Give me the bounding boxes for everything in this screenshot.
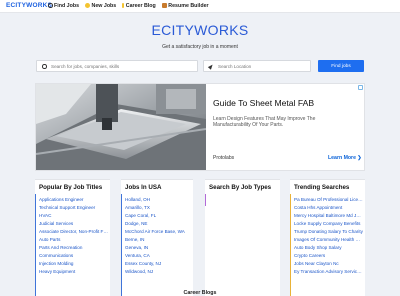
list-item[interactable]: Costa Hhs Appointment <box>294 204 363 212</box>
panel-accent-bar <box>290 194 292 296</box>
list-item[interactable]: Amarillo, TX <box>125 204 194 212</box>
location-search-input[interactable] <box>218 61 308 71</box>
job-search-box <box>36 60 198 72</box>
hero-subtitle: Get a satisfactory job in a moment <box>162 44 238 50</box>
nav-resume-builder-link[interactable]: Resume Builder <box>161 2 209 9</box>
list-item[interactable]: Wildwood, NJ <box>125 268 194 276</box>
list-item[interactable]: Technical Support Engineer <box>39 204 108 212</box>
list-item[interactable]: Mercy Hospital Baltimore Md Jobs <box>294 212 363 220</box>
ad-brand: Protolabs <box>213 155 235 161</box>
nav-career-blog-label: Career Blog <box>125 2 156 9</box>
nav-find-jobs-link[interactable]: Find Jobs <box>48 3 79 9</box>
search-icon <box>42 64 47 69</box>
list-item[interactable]: Associate Director, Non-Profit Fund... <box>39 228 108 236</box>
list-item[interactable]: Essex County, NJ <box>125 260 194 268</box>
locations-list: Holland, OH Amarillo, TX Cape Coral, FL … <box>125 196 194 276</box>
list-item[interactable]: Berne, IN <box>125 236 194 244</box>
new-badge-icon <box>85 3 91 8</box>
ad-info-icon[interactable] <box>358 85 363 90</box>
list-item[interactable]: Holland, OH <box>125 196 194 204</box>
pencil-icon <box>122 3 125 8</box>
list-item[interactable]: Applications Engineer <box>39 196 108 204</box>
list-item[interactable]: Jobs Near Clayton Nc <box>294 260 363 268</box>
jobs-in-usa-panel: Jobs In USA Holland, OH Amarillo, TX Cap… <box>121 179 193 296</box>
list-item[interactable]: Trump Donating Salary To Charity <box>294 228 363 236</box>
trending-searches-panel: Trending Searches Pa Bureau Of Professio… <box>290 179 365 296</box>
job-titles-list: Applications Engineer Technical Support … <box>39 196 108 276</box>
job-search-input[interactable] <box>51 61 191 71</box>
list-item[interactable]: Geneva, IN <box>125 244 194 252</box>
list-item[interactable]: Auto Body Shop Salary <box>294 244 363 252</box>
list-item[interactable]: Cape Coral, FL <box>125 212 194 220</box>
ad-description: Learn Design Features That May Improve T… <box>213 116 316 129</box>
nav-new-jobs-link[interactable]: New Jobs <box>85 3 116 9</box>
advertisement[interactable]: Guide To Sheet Metal FAB Learn Design Fe… <box>35 83 365 171</box>
panel-accent-bar <box>35 194 37 296</box>
list-item[interactable]: Locke Supply Company Benefits <box>294 220 363 228</box>
panel-title: Popular By Job Titles <box>39 184 103 191</box>
popular-job-titles-panel: Popular By Job Titles Applications Engin… <box>35 179 110 296</box>
nav-find-jobs-label: Find Jobs <box>54 2 80 9</box>
list-item[interactable]: Communications <box>39 252 108 260</box>
site-logo[interactable]: ECITYWORKS <box>6 2 52 9</box>
list-item[interactable]: Pa Bureau Of Professional Licensing <box>294 196 363 204</box>
list-item[interactable]: Dodge, NE <box>125 220 194 228</box>
location-arrow-icon <box>207 63 215 70</box>
panel-title: Jobs In USA <box>125 184 162 191</box>
ad-image <box>36 84 206 170</box>
list-item[interactable]: Heavy Equipment <box>39 268 108 276</box>
ad-learn-more-link[interactable]: Learn More ❯ <box>328 155 362 161</box>
list-item[interactable]: Crypto Careers <box>294 252 363 260</box>
list-item[interactable]: Images Of Community Health Clinic <box>294 236 363 244</box>
location-search-box <box>203 60 311 72</box>
nav-resume-builder-label: Resume Builder <box>168 2 209 9</box>
nav-links: Find Jobs New Jobs Career Blog Resume Bu… <box>48 3 215 9</box>
list-item[interactable]: Parts And Recreation <box>39 244 108 252</box>
find-jobs-button[interactable]: Find jobs <box>318 60 364 72</box>
list-item[interactable]: Ventura, CA <box>125 252 194 260</box>
nav-career-blog-link[interactable]: Career Blog <box>122 3 156 9</box>
ad-title[interactable]: Guide To Sheet Metal FAB <box>213 98 314 108</box>
list-item[interactable]: Auto Parts <box>39 236 108 244</box>
list-item[interactable]: Judicial Services <box>39 220 108 228</box>
list-item[interactable]: HVAC <box>39 212 108 220</box>
trending-list: Pa Bureau Of Professional Licensing Cost… <box>294 196 363 276</box>
panel-title: Search By Job Types <box>209 184 272 191</box>
hero-title: ECITYWORKS <box>151 22 249 38</box>
briefcase-icon <box>161 3 167 8</box>
list-item[interactable]: McChord Air Force Base, WA <box>125 228 194 236</box>
panel-accent-bar <box>121 194 123 296</box>
panel-accent-bar <box>205 194 207 206</box>
career-blogs-heading: Career Blogs <box>183 290 217 296</box>
nav-new-jobs-label: New Jobs <box>91 2 117 9</box>
search-icon <box>48 3 53 8</box>
list-item[interactable]: Ey Transaction Advisory Services Salary <box>294 268 363 276</box>
job-types-panel: Search By Job Types <box>205 179 280 296</box>
top-nav: ECITYWORKS Find Jobs New Jobs Career Blo… <box>0 0 400 13</box>
panel-title: Trending Searches <box>294 184 350 191</box>
list-item[interactable]: Injection Molding <box>39 260 108 268</box>
